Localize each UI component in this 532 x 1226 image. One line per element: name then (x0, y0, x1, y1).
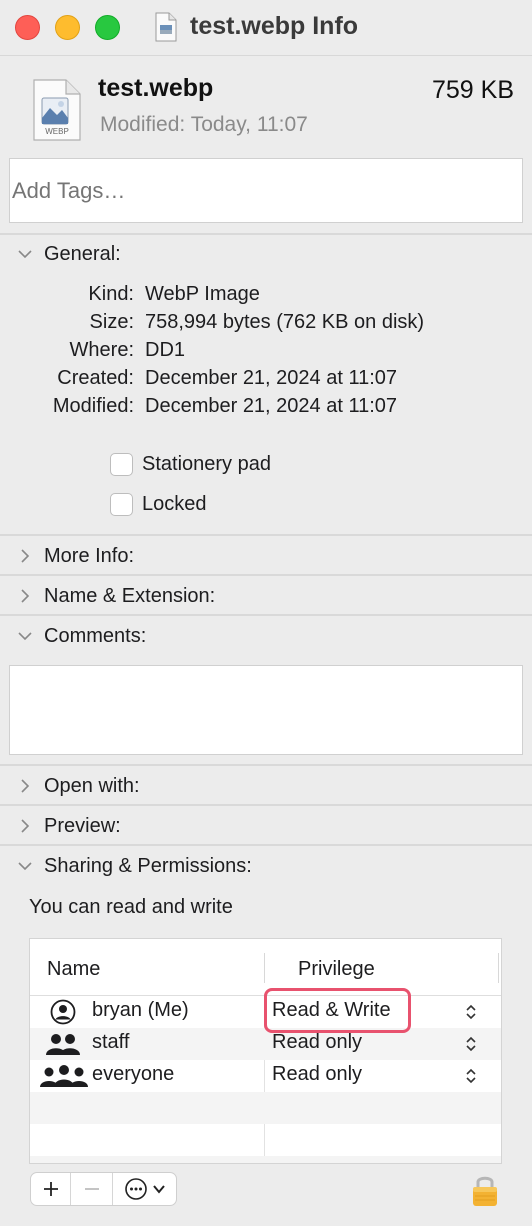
info-label: Size: (89, 311, 134, 333)
locked-label: Locked (142, 492, 207, 515)
add-button[interactable] (31, 1173, 71, 1205)
section-open-with-label: Open with: (44, 774, 140, 797)
info-label: Modified: (52, 395, 134, 417)
file-size: 759 KB (431, 76, 514, 104)
info-row-modified: Modified: December 21, 2024 at 11:07 (0, 395, 532, 423)
user-name: everyone (92, 1063, 175, 1085)
lock-icon[interactable] (471, 1172, 499, 1208)
section-preview-label: Preview: (44, 814, 121, 837)
section-general-label: General: (44, 242, 121, 265)
user-name: staff (92, 1031, 130, 1053)
stationery-pad-row[interactable]: Stationery pad (110, 451, 271, 477)
empty-row (30, 1092, 501, 1124)
section-name-extension[interactable]: Name & Extension: (16, 582, 215, 610)
info-value: DD1 (145, 339, 186, 361)
info-value: 758,994 bytes (762 KB on disk) (145, 311, 425, 333)
title-bar: test.webp Info (0, 0, 532, 56)
table-header: Name Privilege (30, 939, 501, 996)
chevron-right-icon (21, 819, 30, 833)
info-row-kind: Kind: WebP Image (0, 283, 532, 311)
divider (0, 764, 532, 766)
column-separator (498, 953, 499, 983)
chevron-down-icon (18, 862, 32, 871)
section-open-with[interactable]: Open with: (16, 772, 140, 800)
column-header-name[interactable]: Name (47, 958, 100, 981)
divider (0, 233, 532, 235)
file-name: test.webp (98, 74, 214, 102)
person-icon (50, 999, 76, 1025)
plus-icon (43, 1182, 58, 1196)
permissions-table: Name Privilege bryan (Me) Read & Write s… (29, 938, 502, 1164)
chevron-down-icon (18, 250, 32, 259)
locked-checkbox[interactable] (110, 492, 133, 516)
permission-summary: You can read and write (29, 896, 233, 918)
privilege-value[interactable]: Read & Write (272, 999, 391, 1022)
info-row-where: Where: DD1 (0, 339, 532, 367)
up-down-chevron-icon[interactable] (464, 1034, 478, 1054)
divider (0, 614, 532, 616)
empty-row (30, 1124, 501, 1156)
minimize-button[interactable] (55, 15, 80, 40)
stationery-pad-label: Stationery pad (142, 452, 271, 475)
info-window: test.webp Info WEBP test.webp 759 KB Mod… (0, 0, 532, 1226)
close-button[interactable] (15, 15, 40, 40)
privilege-value[interactable]: Read only (272, 1031, 362, 1054)
info-label: Created: (57, 367, 134, 389)
modified-label: Modified: (100, 113, 186, 136)
divider (0, 534, 532, 536)
minus-icon (84, 1188, 99, 1190)
locked-row[interactable]: Locked (110, 491, 207, 517)
document-icon (155, 12, 177, 42)
info-row-size: Size: 758,994 bytes (762 KB on disk) (0, 311, 532, 339)
section-comments-label: Comments: (44, 624, 147, 647)
divider (0, 844, 532, 846)
user-name: bryan (Me) (92, 999, 189, 1021)
section-sharing-permissions[interactable]: Sharing & Permissions: (16, 852, 252, 880)
modified-summary: Modified: Today, 11:07 (100, 113, 308, 137)
section-comments[interactable]: Comments: (16, 622, 146, 650)
chevron-right-icon (21, 589, 30, 603)
zoom-button[interactable] (95, 15, 120, 40)
webp-file-icon: WEBP (33, 79, 81, 141)
info-value: WebP Image (145, 283, 260, 305)
comments-field[interactable] (9, 665, 523, 755)
section-sharing-label: Sharing & Permissions: (44, 854, 252, 877)
section-more-info[interactable]: More Info: (16, 542, 134, 570)
modified-value: Today, 11:07 (190, 113, 308, 136)
ellipsis-circle-icon (124, 1178, 147, 1200)
permission-buttons (30, 1172, 177, 1206)
remove-button[interactable] (71, 1173, 113, 1205)
chevron-right-icon (21, 549, 30, 563)
table-row[interactable]: bryan (Me) Read & Write (30, 996, 501, 1028)
divider (0, 574, 532, 576)
info-label: Kind: (88, 283, 134, 305)
group-icon (46, 1034, 80, 1055)
up-down-chevron-icon[interactable] (464, 1066, 478, 1086)
privilege-value[interactable]: Read only (272, 1063, 362, 1086)
chevron-right-icon (21, 779, 30, 793)
icon-badge: WEBP (45, 127, 69, 136)
everyone-icon (40, 1065, 88, 1087)
info-row-created: Created: December 21, 2024 at 11:07 (0, 367, 532, 395)
section-more-info-label: More Info: (44, 544, 135, 567)
table-row[interactable]: everyone Read only (30, 1060, 501, 1092)
chevron-down-icon (18, 632, 32, 641)
chevron-down-icon (152, 1185, 165, 1194)
info-label: Where: (69, 339, 134, 361)
info-value: December 21, 2024 at 11:07 (145, 367, 398, 389)
section-general[interactable]: General: (16, 240, 121, 268)
stationery-pad-checkbox[interactable] (110, 452, 133, 476)
tags-input[interactable] (9, 158, 523, 223)
divider (0, 804, 532, 806)
column-header-privilege[interactable]: Privilege (298, 958, 375, 981)
up-down-chevron-icon[interactable] (464, 1002, 478, 1022)
table-row[interactable]: staff Read only (30, 1028, 501, 1060)
empty-row (30, 1156, 501, 1163)
column-separator (264, 953, 265, 983)
section-name-extension-label: Name & Extension: (44, 584, 216, 607)
section-preview[interactable]: Preview: (16, 812, 121, 840)
window-title: test.webp Info (190, 12, 359, 40)
info-value: December 21, 2024 at 11:07 (145, 395, 398, 417)
action-menu-button[interactable] (113, 1173, 176, 1205)
